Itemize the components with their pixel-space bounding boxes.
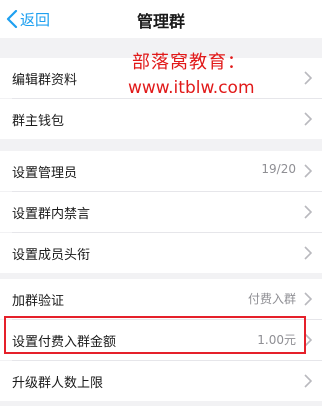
menu-item-upgrade-member-limit[interactable]: 升级群人数上限 [0,361,322,401]
top-navigation-bar: 返回 管理群 [0,0,322,38]
menu-item-label: 设置成员头衔 [12,248,91,263]
join-verification-value: 付费入群 [247,292,296,306]
menu-item-label: 设置群内禁言 [12,207,91,222]
chevron-right-icon [304,333,312,347]
paid-join-amount-value: 1.00元 [257,333,296,347]
chevron-right-icon [304,71,312,85]
admin-count: 19/20 [261,162,296,176]
menu-item-label: 群主钱包 [12,114,65,129]
overlay-url-text: www.itblw.com [128,78,255,98]
chevron-right-icon [304,164,312,178]
page-title: 管理群 [136,12,185,31]
menu-item-label: 设置管理员 [12,166,78,181]
chevron-right-icon [304,374,312,388]
menu-item-member-titles[interactable]: 设置成员头衔 [0,233,322,273]
menu-item-owner-wallet[interactable]: 群主钱包 [0,99,322,139]
menu-item-label: 加群验证 [12,294,65,309]
menu-item-label: 编辑群资料 [12,73,78,88]
menu-item-group-mute[interactable]: 设置群内禁言 [0,192,322,232]
chevron-right-icon [304,292,312,306]
overlay-brand-text: 部落窝教育： [132,52,246,73]
menu-item-set-admins[interactable]: 设置管理员 19/20 [0,151,322,191]
menu-item-label: 设置付费入群金额 [12,335,117,350]
menu-item-paid-join-amount[interactable]: 设置付费入群金额 1.00元 [0,320,322,360]
menu-item-join-verification[interactable]: 加群验证 付费入群 [0,279,322,319]
menu-item-label: 升级群人数上限 [12,376,104,391]
chevron-right-icon [304,246,312,260]
chevron-right-icon [304,112,312,126]
chevron-right-icon [304,205,312,219]
